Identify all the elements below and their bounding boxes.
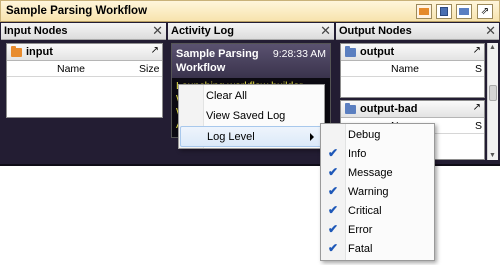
menu-item-info[interactable]: ✔ Info bbox=[322, 144, 433, 165]
folder-open-icon[interactable] bbox=[416, 4, 432, 19]
folder-icon[interactable] bbox=[456, 4, 472, 19]
checkmark-icon: ✔ bbox=[328, 203, 339, 217]
column-size[interactable]: S bbox=[475, 63, 482, 75]
node-name: input bbox=[26, 46, 53, 58]
menu-item-label: Message bbox=[348, 167, 393, 179]
menu-item-error[interactable]: ✔ Error bbox=[322, 220, 433, 241]
log-source-line2: Workflow bbox=[176, 62, 226, 74]
submenu-arrow-icon bbox=[310, 133, 314, 141]
menu-item-label: Clear All bbox=[206, 90, 247, 102]
popout-icon[interactable]: ⇗ bbox=[477, 4, 493, 19]
checkmark-icon: ✔ bbox=[328, 146, 339, 160]
log-entry-header: Sample Parsing Workflow 9:28:33 AM bbox=[172, 44, 330, 78]
pin-icon[interactable]: ↗ bbox=[473, 45, 481, 56]
menu-item-critical[interactable]: ✔ Critical bbox=[322, 201, 433, 222]
checkmark-icon: ✔ bbox=[328, 165, 339, 179]
checkmark-icon: ✔ bbox=[328, 184, 339, 198]
input-node[interactable]: input ↗ Name Size bbox=[6, 43, 163, 118]
node-header[interactable]: output ↗ bbox=[341, 44, 484, 61]
checkmark-icon: ✔ bbox=[328, 241, 339, 255]
menu-item-fatal[interactable]: ✔ Fatal bbox=[322, 239, 433, 260]
menu-item-label: View Saved Log bbox=[206, 110, 286, 122]
folder-icon bbox=[11, 46, 22, 57]
vertical-scrollbar[interactable]: ▲ ▼ bbox=[487, 43, 498, 160]
input-nodes-header: Input Nodes ✕ bbox=[1, 23, 166, 40]
log-source-line1: Sample Parsing bbox=[176, 48, 259, 60]
menu-item-label: Info bbox=[348, 148, 367, 160]
folder-icon bbox=[345, 103, 356, 114]
window-title: Sample Parsing Workflow bbox=[6, 5, 148, 17]
menu-item-label: Fatal bbox=[348, 243, 373, 255]
menu-item-log-level[interactable]: Log Level bbox=[180, 126, 323, 147]
pin-icon[interactable]: ↗ bbox=[473, 102, 481, 113]
node-header[interactable]: input ↗ bbox=[7, 44, 162, 61]
panel-title: Output Nodes bbox=[339, 25, 412, 37]
scroll-thumb[interactable] bbox=[489, 85, 497, 101]
column-name[interactable]: Name bbox=[57, 63, 85, 75]
menu-item-label: Warning bbox=[348, 186, 389, 198]
node-name: output bbox=[360, 46, 395, 58]
output-nodes-header: Output Nodes ✕ bbox=[336, 23, 499, 40]
close-icon[interactable]: ✕ bbox=[320, 23, 331, 39]
save-icon[interactable] bbox=[436, 4, 452, 19]
log-context-menu: Clear All View Saved Log Log Level bbox=[178, 84, 325, 149]
folder-icon bbox=[345, 46, 356, 57]
scroll-down-icon[interactable]: ▼ bbox=[489, 152, 496, 159]
menu-item-label: Debug bbox=[348, 129, 381, 141]
panel-title: Activity Log bbox=[171, 25, 234, 37]
activity-log-header: Activity Log ✕ bbox=[168, 23, 334, 40]
node-name: output-bad bbox=[360, 103, 418, 115]
close-icon[interactable]: ✕ bbox=[485, 23, 496, 39]
column-header: Name Size bbox=[7, 61, 162, 77]
input-nodes-panel: Input Nodes ✕ input ↗ Name Size bbox=[1, 23, 166, 163]
menu-item-debug[interactable]: Debug bbox=[322, 125, 433, 146]
log-timestamp: 9:28:33 AM bbox=[272, 48, 326, 60]
scroll-up-icon[interactable]: ▲ bbox=[489, 44, 496, 51]
node-header[interactable]: output-bad ↗ bbox=[341, 101, 484, 118]
menu-item-label: Critical bbox=[348, 205, 382, 217]
column-name[interactable]: Name bbox=[391, 63, 419, 75]
log-level-submenu: Debug ✔ Info ✔ Message ✔ Warning ✔ Criti… bbox=[320, 123, 435, 261]
menu-item-clear-all[interactable]: Clear All bbox=[180, 86, 323, 107]
close-icon[interactable]: ✕ bbox=[152, 23, 163, 39]
column-header: Name S bbox=[341, 61, 484, 77]
output-node[interactable]: output ↗ Name S bbox=[340, 43, 485, 98]
panel-title: Input Nodes bbox=[4, 25, 68, 37]
menu-item-label: Log Level bbox=[207, 131, 255, 143]
column-size[interactable]: S bbox=[475, 120, 482, 132]
menu-item-warning[interactable]: ✔ Warning bbox=[322, 182, 433, 203]
title-bar: Sample Parsing Workflow ⇗ bbox=[0, 0, 500, 22]
menu-item-label: Error bbox=[348, 224, 373, 236]
column-size[interactable]: Size bbox=[139, 63, 159, 75]
menu-item-view-saved-log[interactable]: View Saved Log bbox=[180, 106, 323, 127]
menu-item-message[interactable]: ✔ Message bbox=[322, 163, 433, 184]
checkmark-icon: ✔ bbox=[328, 222, 339, 236]
pin-icon[interactable]: ↗ bbox=[151, 45, 159, 56]
